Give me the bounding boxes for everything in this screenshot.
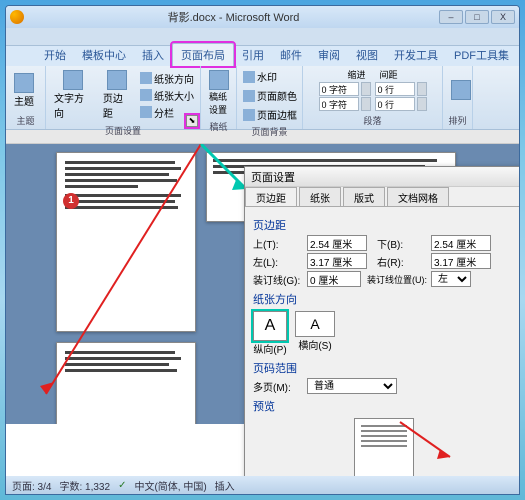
orientation-icon: [140, 72, 152, 84]
minimize-button[interactable]: –: [439, 10, 463, 24]
group-theme-label: 主题: [10, 112, 41, 127]
tab-page-layout[interactable]: 页面布局: [172, 43, 234, 66]
group-arrange-label: 排列: [447, 112, 468, 127]
close-button[interactable]: X: [491, 10, 515, 24]
columns-icon: [140, 106, 152, 118]
apply-to-select[interactable]: 插入点之后: [315, 494, 405, 495]
tab-insert[interactable]: 插入: [134, 44, 172, 66]
status-bar: 页面: 3/4 字数: 1,332 ✓ 中文(简体, 中国) 插入: [6, 476, 519, 494]
office-button[interactable]: [10, 10, 24, 24]
status-insert[interactable]: 插入: [215, 478, 235, 493]
page-border-icon: [243, 109, 255, 121]
theme-icon: [14, 73, 34, 93]
dlg-tab-paper[interactable]: 纸张: [299, 187, 341, 206]
manuscript-button[interactable]: 稿纸设置: [205, 68, 233, 118]
dialog-tabs: 页边距 纸张 版式 文档网格: [245, 187, 520, 207]
margins-section-label: 页边距: [253, 217, 515, 233]
text-direction-icon: [63, 70, 83, 90]
tab-mail[interactable]: 邮件: [272, 44, 310, 66]
orientation-button[interactable]: 纸张方向: [138, 70, 196, 87]
maximize-button[interactable]: □: [465, 10, 489, 24]
group-paragraph-label: 段落: [307, 112, 438, 127]
page-border-button[interactable]: 页面边框: [241, 106, 299, 123]
page-color-icon: [243, 90, 255, 102]
orientation-portrait[interactable]: A纵向(P): [253, 311, 287, 356]
spacing-after-input[interactable]: [375, 97, 427, 111]
tab-developer[interactable]: 开发工具: [386, 44, 446, 66]
doc-title: 背影.docx - Microsoft Word: [28, 9, 439, 25]
margin-right-input[interactable]: [431, 253, 491, 269]
margin-bottom-input[interactable]: [431, 235, 491, 251]
group-background-label: 页面背景: [241, 123, 298, 138]
orientation-landscape[interactable]: A横向(S): [295, 311, 335, 356]
tab-home[interactable]: 开始: [36, 44, 74, 66]
tab-references[interactable]: 引用: [234, 44, 272, 66]
theme-button[interactable]: 主题: [10, 71, 38, 110]
status-words[interactable]: 字数: 1,332: [59, 478, 110, 493]
page-3[interactable]: 3 第三页: [56, 342, 196, 424]
group-page-setup-label: 页面设置: [50, 122, 196, 137]
page-1[interactable]: 1: [56, 152, 196, 332]
ribbon: 主题 主题 文字方向 页边距 纸张方向 纸张大小 分栏 页面设置 ⬊ 稿纸设置 …: [6, 66, 519, 130]
titlebar: 背影.docx - Microsoft Word – □ X: [6, 6, 519, 28]
size-button[interactable]: 纸张大小: [138, 87, 196, 104]
tab-review[interactable]: 审阅: [310, 44, 348, 66]
margins-button[interactable]: 页边距: [99, 68, 136, 122]
multipage-select[interactable]: 普通: [307, 378, 397, 394]
margin-top-input[interactable]: [307, 235, 367, 251]
watermark-button[interactable]: 水印: [241, 68, 279, 85]
range-section-label: 页码范围: [253, 360, 515, 376]
tab-template[interactable]: 模板中心: [74, 44, 134, 66]
orientation-section-label: 纸张方向: [253, 291, 515, 307]
margins-icon: [107, 70, 127, 90]
dlg-tab-margins[interactable]: 页边距: [245, 187, 297, 206]
status-page[interactable]: 页面: 3/4: [12, 478, 51, 493]
group-manuscript-label: 稿纸: [205, 118, 232, 133]
status-language[interactable]: 中文(简体, 中国): [134, 478, 206, 493]
watermark-icon: [243, 71, 255, 83]
page-setup-dialog-launcher[interactable]: ⬊: [186, 115, 198, 127]
text-direction-button[interactable]: 文字方向: [50, 68, 97, 122]
dlg-tab-grid[interactable]: 文档网格: [387, 187, 449, 206]
arrange-button[interactable]: [447, 78, 475, 102]
size-icon: [140, 89, 152, 101]
gutter-position-select[interactable]: 左: [431, 271, 471, 287]
tab-pdf[interactable]: PDF工具集: [446, 44, 517, 66]
tab-view[interactable]: 视图: [348, 44, 386, 66]
indent-right-input[interactable]: [319, 97, 371, 111]
page-setup-dialog: 页面设置 页边距 纸张 版式 文档网格 页边距 上(T): 下(B): 左(L)…: [244, 166, 520, 495]
arrange-icon: [451, 80, 471, 100]
indent-left-input[interactable]: [319, 82, 371, 96]
ribbon-tabs: 开始 模板中心 插入 页面布局 引用 邮件 审阅 视图 开发工具 PDF工具集: [6, 46, 519, 66]
gutter-input[interactable]: [307, 271, 361, 287]
dlg-tab-layout[interactable]: 版式: [343, 187, 385, 206]
word-window: 背影.docx - Microsoft Word – □ X 开始 模板中心 插…: [5, 5, 520, 495]
manuscript-icon: [209, 70, 229, 90]
page-color-button[interactable]: 页面颜色: [241, 87, 299, 104]
callout-badge-1: 1: [63, 193, 79, 209]
preview-section-label: 预览: [253, 398, 515, 414]
spacing-before-input[interactable]: [375, 82, 427, 96]
margin-left-input[interactable]: [307, 253, 367, 269]
dialog-title: 页面设置: [245, 167, 520, 187]
